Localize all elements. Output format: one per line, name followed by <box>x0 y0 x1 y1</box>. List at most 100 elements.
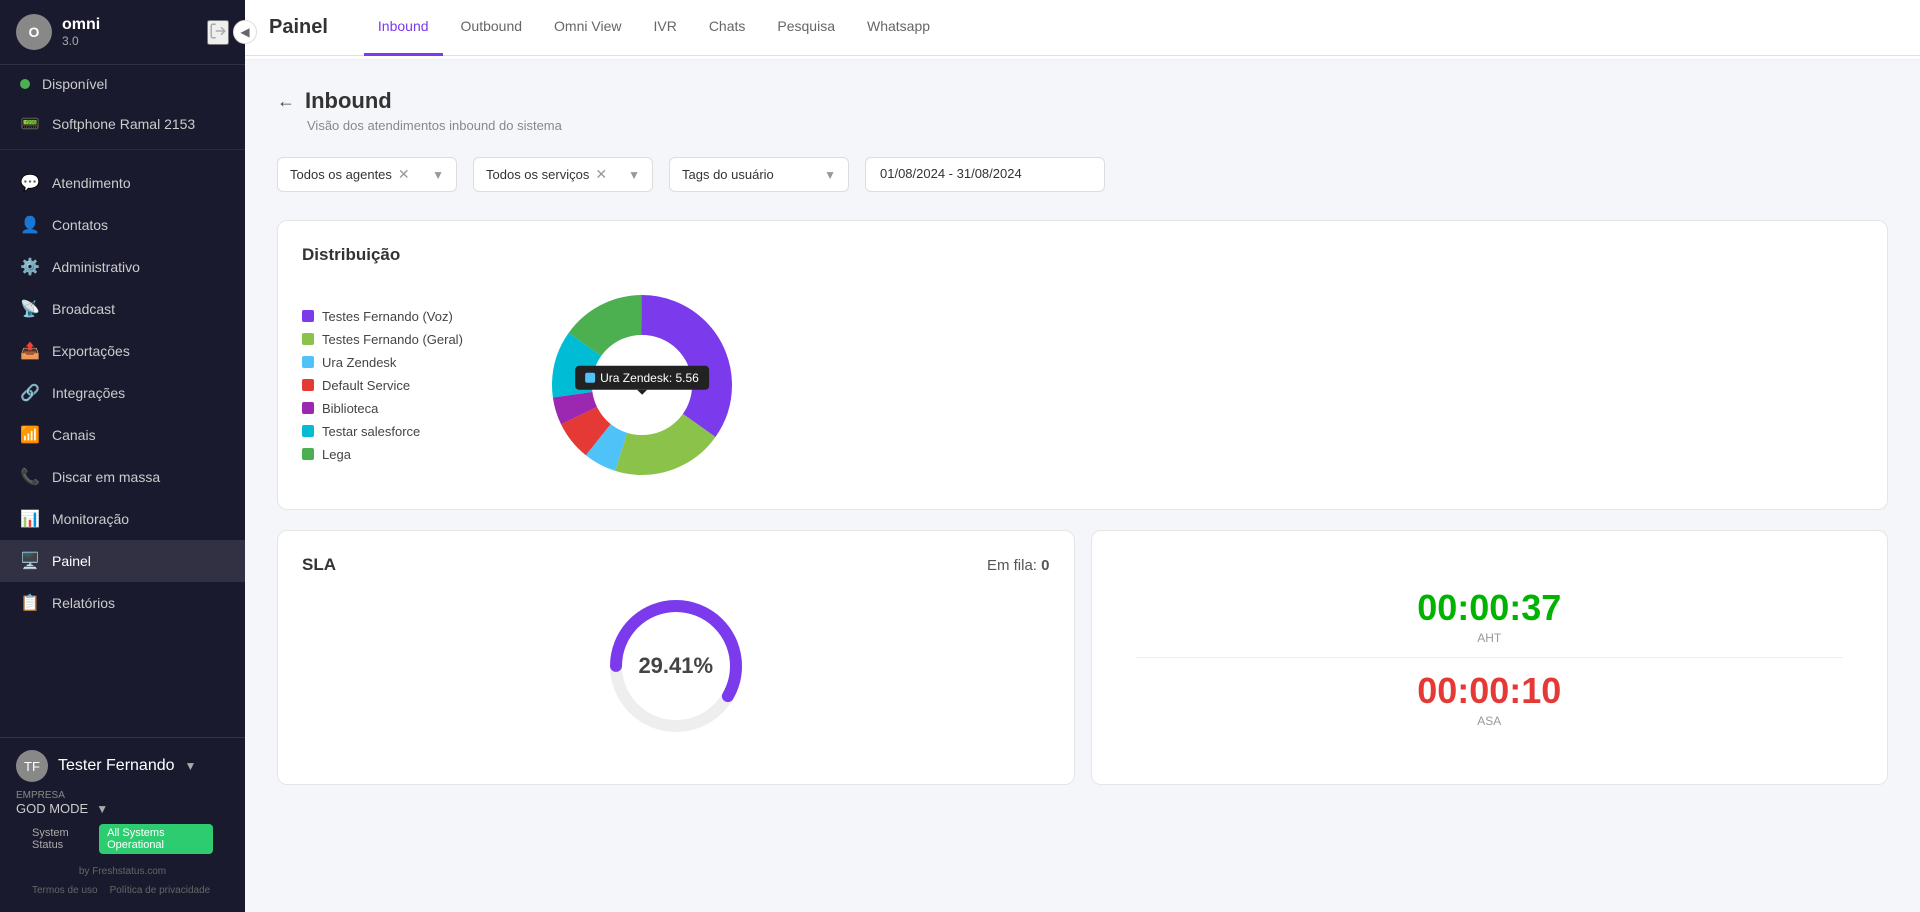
legend-item-7: Lega <box>302 447 502 462</box>
agents-filter-label: Todos os agentes <box>290 167 392 182</box>
progress-suffix: % <box>694 653 714 678</box>
section-subtitle: Visão dos atendimentos inbound do sistem… <box>307 118 1888 133</box>
brand-version: 3.0 <box>62 34 197 48</box>
legend-label-2: Testes Fernando (Geral) <box>322 332 463 347</box>
sidebar-item-relatorios[interactable]: 📋 Relatórios <box>0 582 245 624</box>
company-row: GOD MODE ▼ <box>16 801 229 816</box>
back-button[interactable]: ← <box>277 91 295 112</box>
sidebar-item-administrativo[interactable]: ⚙️ Administrativo <box>0 246 245 288</box>
progress-value: 29.41 <box>638 653 693 678</box>
donut-chart <box>542 285 742 485</box>
tab-chats[interactable]: Chats <box>695 0 760 56</box>
logout-button[interactable] <box>207 20 229 45</box>
timer-section: 00:00:37 AHT 00:00:10 ASA <box>1116 555 1864 760</box>
legend-item-6: Testar salesforce <box>302 424 502 439</box>
agents-filter[interactable]: Todos os agentes ✕ ▼ <box>277 157 457 192</box>
terms-link[interactable]: Termos de uso <box>32 885 98 896</box>
sidebar-item-integracoes[interactable]: 🔗 Integrações <box>0 372 245 414</box>
sidebar-item-monitoracao[interactable]: 📊 Monitoração <box>0 498 245 540</box>
inner-content: ← Inbound Visão dos atendimentos inbound… <box>245 60 1920 813</box>
sla-header: SLA Em fila: 0 <box>302 555 1050 575</box>
legend-label-6: Testar salesforce <box>322 424 420 439</box>
section-title: Inbound <box>305 88 392 114</box>
user-name: Tester Fernando <box>58 757 175 775</box>
relatorios-icon: 📋 <box>20 593 40 613</box>
legend-color-6 <box>302 425 314 437</box>
collapse-button[interactable]: ◀ <box>233 20 257 44</box>
tags-filter[interactable]: Tags do usuário ▼ <box>669 157 849 192</box>
tab-omni-view[interactable]: Omni View <box>540 0 635 56</box>
legend-item-4: Default Service <box>302 378 502 393</box>
sidebar-item-broadcast[interactable]: 📡 Broadcast <box>0 288 245 330</box>
privacy-link[interactable]: Política de privacidade <box>110 885 211 896</box>
sidebar-item-disponivel[interactable]: Disponível <box>0 65 245 103</box>
sidebar-item-painel[interactable]: 🖥️ Painel <box>0 540 245 582</box>
aht-timer-row: 00:00:37 AHT <box>1116 575 1864 657</box>
em-fila-label: Em fila: <box>987 557 1037 574</box>
legend-label-5: Biblioteca <box>322 401 378 416</box>
legend-item-3: Ura Zendesk <box>302 355 502 370</box>
canais-icon: 📶 <box>20 425 40 445</box>
sidebar-label: Monitoração <box>52 511 129 527</box>
sla-card: SLA Em fila: 0 <box>277 530 1075 785</box>
legend-color-3 <box>302 356 314 368</box>
sidebar-header: O omni 3.0 <box>0 0 245 65</box>
services-clear-button[interactable]: ✕ <box>595 166 607 183</box>
broadcast-icon: 📡 <box>20 299 40 319</box>
progress-label: 29.41% <box>638 653 713 679</box>
sidebar-item-canais[interactable]: 📶 Canais <box>0 414 245 456</box>
tags-filter-label: Tags do usuário <box>682 167 774 182</box>
legend-item-2: Testes Fernando (Geral) <box>302 332 502 347</box>
sidebar-item-atendimento[interactable]: 💬 Atendimento <box>0 162 245 204</box>
user-chevron: ▼ <box>185 759 197 773</box>
administrativo-icon: ⚙️ <box>20 257 40 277</box>
legend-color-1 <box>302 310 314 322</box>
sidebar-item-exportacoes[interactable]: 📤 Exportações <box>0 330 245 372</box>
tab-outbound[interactable]: Outbound <box>447 0 537 56</box>
tags-dropdown-arrow: ▼ <box>824 168 836 182</box>
system-status-label: System Status <box>32 827 91 851</box>
sidebar-item-contatos[interactable]: 👤 Contatos <box>0 204 245 246</box>
sidebar-item-softphone[interactable]: 📟 Softphone Ramal 2153 <box>0 103 245 145</box>
distribution-inner: Testes Fernando (Voz) Testes Fernando (G… <box>302 285 1863 485</box>
legend-color-7 <box>302 448 314 460</box>
brand-name: omni <box>62 16 197 34</box>
chart-legend: Testes Fernando (Voz) Testes Fernando (G… <box>302 309 502 462</box>
company-chevron: ▼ <box>96 802 108 816</box>
sidebar-footer: TF Tester Fernando ▼ EMPRESA GOD MODE ▼ … <box>0 737 245 912</box>
aht-label: AHT <box>1477 631 1501 645</box>
sidebar: O omni 3.0 Disponível 📟 Softphone Ramal … <box>0 0 245 912</box>
date-value: 01/08/2024 - 31/08/2024 <box>880 166 1022 181</box>
section-header: ← Inbound <box>277 88 1888 114</box>
sla-progress-container: 29.41% <box>302 591 1050 741</box>
tab-ivr[interactable]: IVR <box>639 0 690 56</box>
timers-card: 00:00:37 AHT 00:00:10 ASA <box>1091 530 1889 785</box>
contatos-icon: 👤 <box>20 215 40 235</box>
system-status-badge: All Systems Operational <box>99 824 213 854</box>
company-section: EMPRESA GOD MODE ▼ <box>16 790 229 816</box>
sidebar-item-discar[interactable]: 📞 Discar em massa <box>0 456 245 498</box>
sidebar-nav: 💬 Atendimento 👤 Contatos ⚙️ Administrati… <box>0 154 245 737</box>
sidebar-label: Exportações <box>52 343 130 359</box>
company-name: GOD MODE <box>16 801 88 816</box>
em-fila: Em fila: 0 <box>987 557 1050 574</box>
services-filter-label: Todos os serviços <box>486 167 589 182</box>
atendimento-icon: 💬 <box>20 173 40 193</box>
date-filter[interactable]: 01/08/2024 - 31/08/2024 <box>865 157 1105 192</box>
agents-clear-button[interactable]: ✕ <box>398 166 410 183</box>
filters-row: Todos os agentes ✕ ▼ Todos os serviços ✕… <box>277 157 1888 192</box>
softphone-label: Softphone Ramal 2153 <box>52 116 195 132</box>
status-label: Disponível <box>42 76 107 92</box>
services-filter[interactable]: Todos os serviços ✕ ▼ <box>473 157 653 192</box>
sidebar-brand: omni 3.0 <box>62 16 197 48</box>
tab-inbound[interactable]: Inbound <box>364 0 443 56</box>
integracoes-icon: 🔗 <box>20 383 40 403</box>
legend-label-1: Testes Fernando (Voz) <box>322 309 453 324</box>
user-section[interactable]: TF Tester Fernando ▼ <box>16 750 229 782</box>
tab-pesquisa[interactable]: Pesquisa <box>763 0 849 56</box>
phone-icon: 📟 <box>20 114 40 134</box>
sidebar-label: Integrações <box>52 385 125 401</box>
tab-whatsapp[interactable]: Whatsapp <box>853 0 944 56</box>
agents-dropdown-arrow: ▼ <box>432 168 444 182</box>
system-status: System Status All Systems Operational <box>32 824 213 854</box>
